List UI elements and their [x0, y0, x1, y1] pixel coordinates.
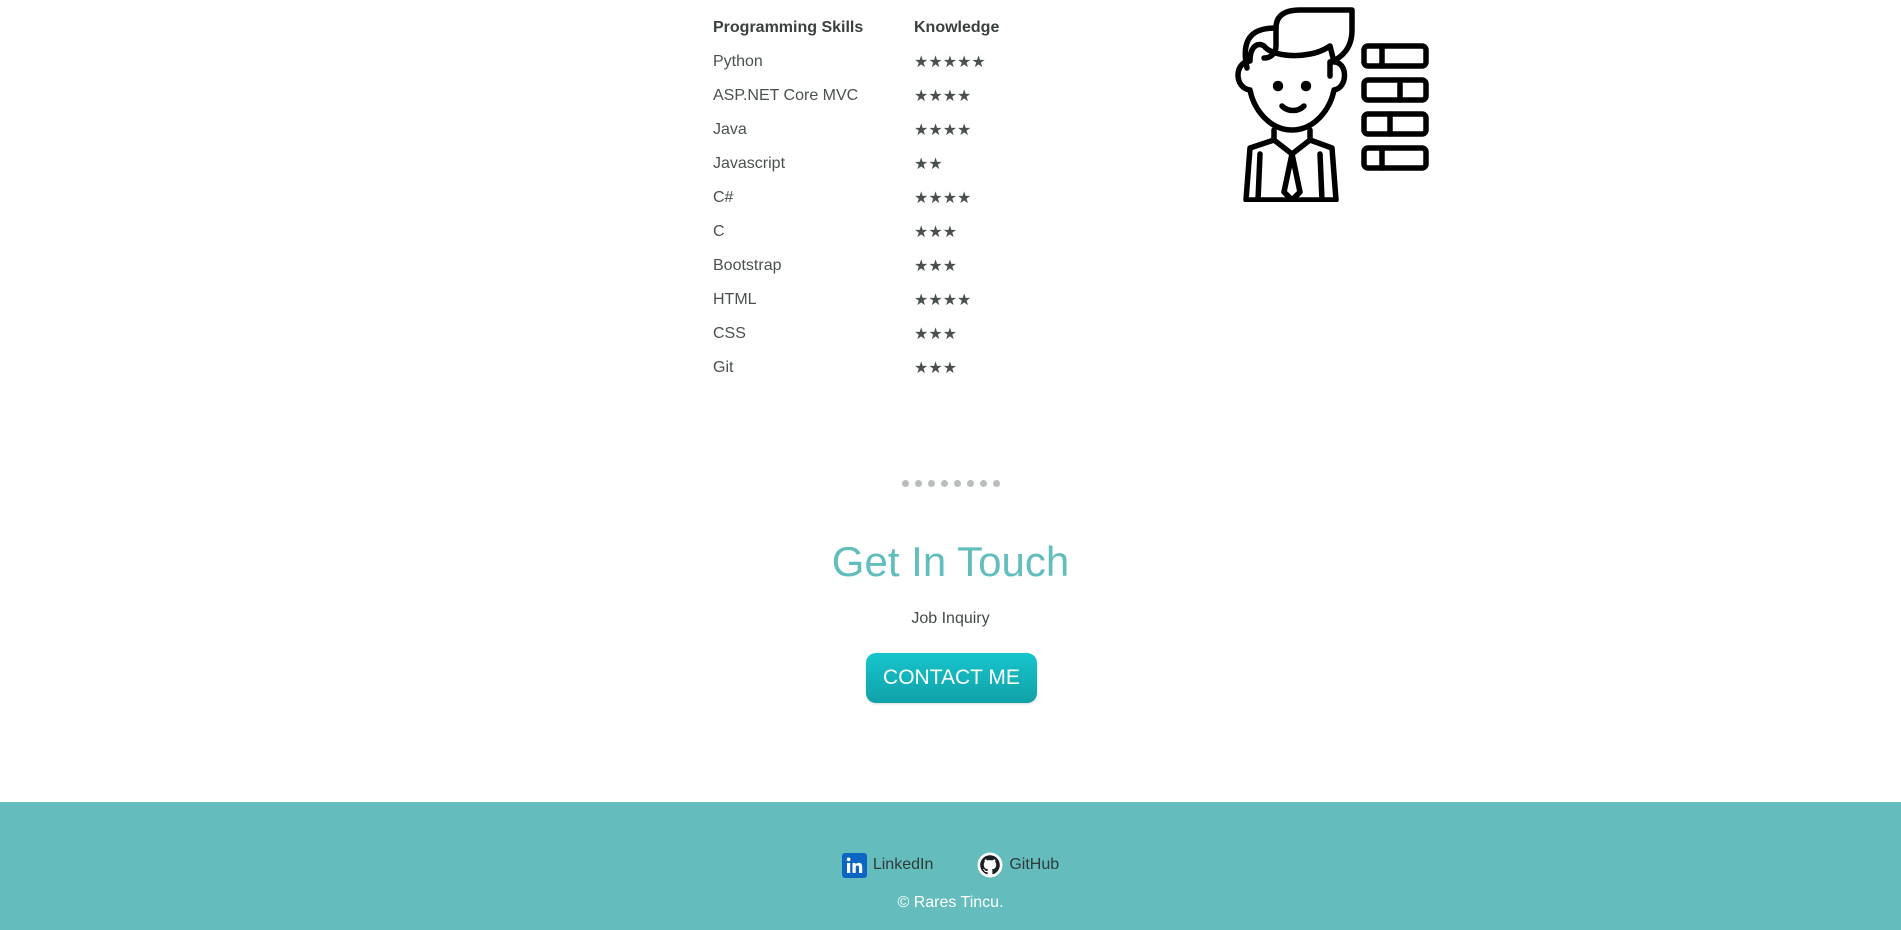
table-row: HTML ★★★★ [713, 283, 999, 317]
table-row: Git ★★★ [713, 351, 999, 385]
skill-stars: ★★★★ [914, 190, 972, 207]
contact-me-button[interactable]: CONTACT ME [866, 653, 1037, 703]
github-link[interactable]: GitHub [977, 852, 1059, 878]
table-row: CSS ★★★ [713, 317, 999, 351]
skill-stars: ★★★ [914, 360, 958, 377]
github-icon [977, 852, 1003, 878]
skill-name: Python [713, 53, 763, 70]
skill-name: Javascript [713, 155, 786, 172]
skills-header-row: Programming Skills Knowledge [713, 11, 999, 45]
skills-header-name: Programming Skills [713, 19, 864, 36]
divider-dot [914, 480, 922, 487]
skill-name: Java [713, 121, 747, 138]
table-row: C ★★★ [713, 215, 999, 249]
section-divider [0, 480, 1901, 487]
skill-name: HTML [713, 291, 757, 308]
divider-dot [927, 480, 935, 487]
linkedin-link[interactable]: LinkedIn [841, 852, 934, 878]
divider-dot [966, 480, 974, 487]
footer-links: LinkedIn GitHub [0, 852, 1901, 878]
skills-header-knowledge: Knowledge [914, 19, 1000, 36]
skill-name: C# [713, 189, 734, 206]
github-label: GitHub [1009, 856, 1060, 873]
divider-dot [992, 480, 1000, 487]
copyright-text: © Rares Tincu. [897, 894, 1004, 911]
divider-dot [979, 480, 987, 487]
skill-name: Bootstrap [713, 257, 782, 274]
skill-name: Git [713, 359, 734, 376]
skill-stars: ★★★★★ [914, 54, 986, 71]
skill-name: ASP.NET Core MVC [713, 87, 859, 104]
skill-stars: ★★★★ [914, 292, 972, 309]
table-row: Python ★★★★★ [713, 45, 999, 79]
table-row: Javascript ★★ [713, 147, 999, 181]
divider-dot [940, 480, 948, 487]
table-row: ASP.NET Core MVC ★★★★ [713, 79, 999, 113]
skills-table: Programming Skills Knowledge Python ★★★★… [713, 11, 999, 385]
skill-stars: ★★★ [914, 224, 958, 241]
skill-name: CSS [713, 325, 746, 342]
skill-stars: ★★★★ [914, 122, 972, 139]
footer: LinkedIn GitHub © Rares Tincu. [0, 802, 1901, 930]
job-inquiry-text: Job Inquiry [911, 610, 990, 627]
table-row: Bootstrap ★★★ [713, 249, 999, 283]
divider-dot [953, 480, 961, 487]
skill-stars: ★★ [914, 156, 943, 173]
linkedin-icon [841, 852, 867, 878]
divider-dot [901, 480, 909, 487]
linkedin-label: LinkedIn [872, 856, 934, 873]
table-row: Java ★★★★ [713, 113, 999, 147]
get-in-touch-heading: Get In Touch [831, 538, 1070, 585]
table-row: C# ★★★★ [713, 181, 999, 215]
skill-stars: ★★★ [914, 326, 958, 343]
skill-name: C [713, 223, 725, 240]
developer-with-server-icon [1235, 7, 1429, 202]
skill-stars: ★★★ [914, 258, 958, 275]
skill-stars: ★★★★ [914, 88, 972, 105]
